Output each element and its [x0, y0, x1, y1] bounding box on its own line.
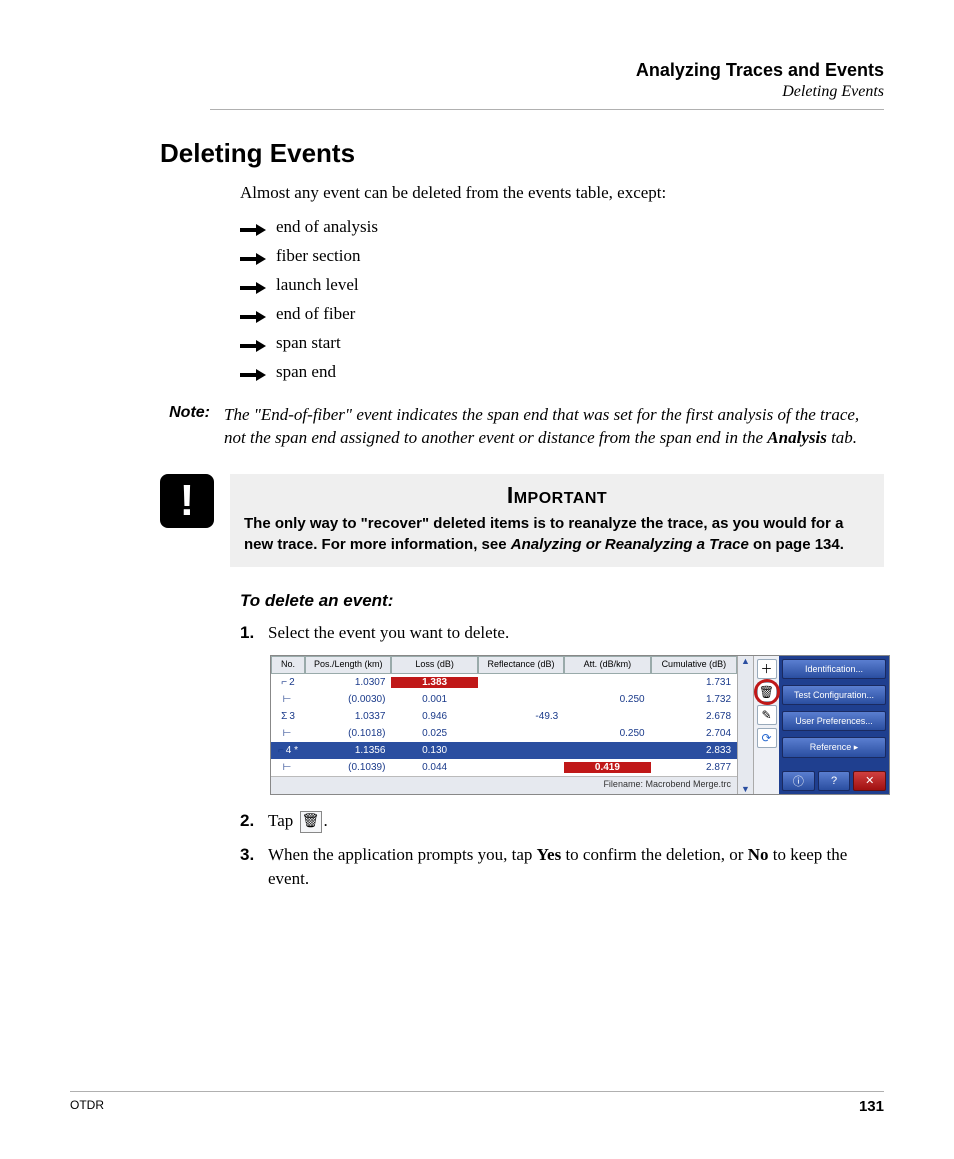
procedure-step: 1. Select the event you want to delete.	[240, 621, 884, 645]
scrollbar[interactable]: ▲ ▼	[737, 656, 753, 794]
side-panel: Identification... Test Configuration... …	[779, 656, 889, 794]
list-item: end of analysis	[276, 217, 378, 237]
step-text: Tap 🗑.	[268, 809, 884, 833]
table-row[interactable]: ⊢(0.0030)0.0010.2501.732	[271, 691, 737, 708]
col-header[interactable]: No.	[271, 656, 305, 674]
important-title: Important	[244, 482, 870, 509]
table-row[interactable]: ⌐21.03071.3831.731	[271, 674, 737, 691]
table-footer: Filename: Macrobend Merge.trc	[271, 776, 737, 794]
table-row[interactable]: ⊢(0.1018)0.0250.2502.704	[271, 725, 737, 742]
step-number: 3.	[240, 843, 268, 891]
note-body: The "End-of-fiber" event indicates the s…	[224, 404, 884, 450]
table-row[interactable]: ⌐4 *1.13560.1302.833	[271, 742, 737, 759]
page-number: 131	[859, 1098, 884, 1115]
col-header[interactable]: Cumulative (dB)	[651, 656, 737, 674]
list-item: launch level	[276, 275, 359, 295]
test-configuration-button[interactable]: Test Configuration...	[782, 685, 886, 705]
important-callout: ! Important The only way to "recover" de…	[160, 474, 884, 567]
reference-button[interactable]: Reference ▸	[782, 737, 886, 758]
identification-button[interactable]: Identification...	[782, 659, 886, 679]
page-header: Analyzing Traces and Events Deleting Eve…	[210, 60, 884, 110]
important-text: The only way to "recover" deleted items …	[244, 513, 870, 555]
edit-event-button[interactable]: ✎	[757, 705, 777, 725]
col-header[interactable]: Loss (dB)	[391, 656, 477, 674]
list-item: span end	[276, 362, 336, 382]
procedure-step: 2. Tap 🗑.	[240, 809, 884, 833]
col-header[interactable]: Att. (dB/km)	[564, 656, 650, 674]
refresh-button[interactable]: ⟳	[757, 728, 777, 748]
trash-icon: 🗑	[300, 811, 322, 833]
delete-event-button[interactable]: 🗑	[757, 682, 777, 702]
procedure-step: 3. When the application prompts you, tap…	[240, 843, 884, 891]
note-label: Note:	[168, 404, 224, 450]
col-header[interactable]: Reflectance (dB)	[478, 656, 564, 674]
step-text: Select the event you want to delete.	[268, 621, 884, 645]
user-preferences-button[interactable]: User Preferences...	[782, 711, 886, 731]
section-heading: Deleting Events	[160, 138, 884, 169]
trash-icon: 🗑	[759, 685, 774, 699]
add-event-button[interactable]: ＋	[757, 659, 777, 679]
arrow-icon	[240, 308, 266, 320]
footer-product: OTDR	[70, 1098, 104, 1115]
toolbar-column: ＋ 🗑 ✎ ⟳	[753, 656, 779, 794]
step-number: 2.	[240, 809, 268, 833]
info-icon[interactable]: ⓘ	[782, 771, 815, 791]
exclamation-icon: !	[160, 474, 214, 528]
close-icon[interactable]: ✕	[853, 771, 886, 791]
events-table-screenshot: No. Pos./Length (km) Loss (dB) Reflectan…	[270, 655, 890, 795]
arrow-icon	[240, 279, 266, 291]
list-item: end of fiber	[276, 304, 355, 324]
step-text: When the application prompts you, tap Ye…	[268, 843, 884, 891]
scroll-down-icon[interactable]: ▼	[741, 784, 750, 794]
intro-paragraph: Almost any event can be deleted from the…	[240, 183, 884, 203]
help-icon[interactable]: ?	[818, 771, 851, 791]
arrow-icon	[240, 366, 266, 378]
section-subtitle: Deleting Events	[210, 83, 884, 101]
table-row[interactable]: Σ31.03370.946-49.32.678	[271, 708, 737, 725]
list-item: fiber section	[276, 246, 361, 266]
col-header[interactable]: Pos./Length (km)	[305, 656, 391, 674]
exception-list: end of analysis fiber section launch lev…	[240, 217, 884, 382]
scroll-up-icon[interactable]: ▲	[741, 656, 750, 666]
arrow-icon	[240, 221, 266, 233]
procedure-title: To delete an event:	[240, 591, 884, 611]
arrow-icon	[240, 337, 266, 349]
table-header-row: No. Pos./Length (km) Loss (dB) Reflectan…	[271, 656, 737, 674]
chapter-title: Analyzing Traces and Events	[210, 60, 884, 81]
table-row[interactable]: ⊢(0.1039)0.0440.4192.877	[271, 759, 737, 776]
arrow-icon	[240, 250, 266, 262]
page-footer: OTDR 131	[70, 1091, 884, 1115]
list-item: span start	[276, 333, 341, 353]
step-number: 1.	[240, 621, 268, 645]
note-block: Note: The "End-of-fiber" event indicates…	[168, 404, 884, 450]
